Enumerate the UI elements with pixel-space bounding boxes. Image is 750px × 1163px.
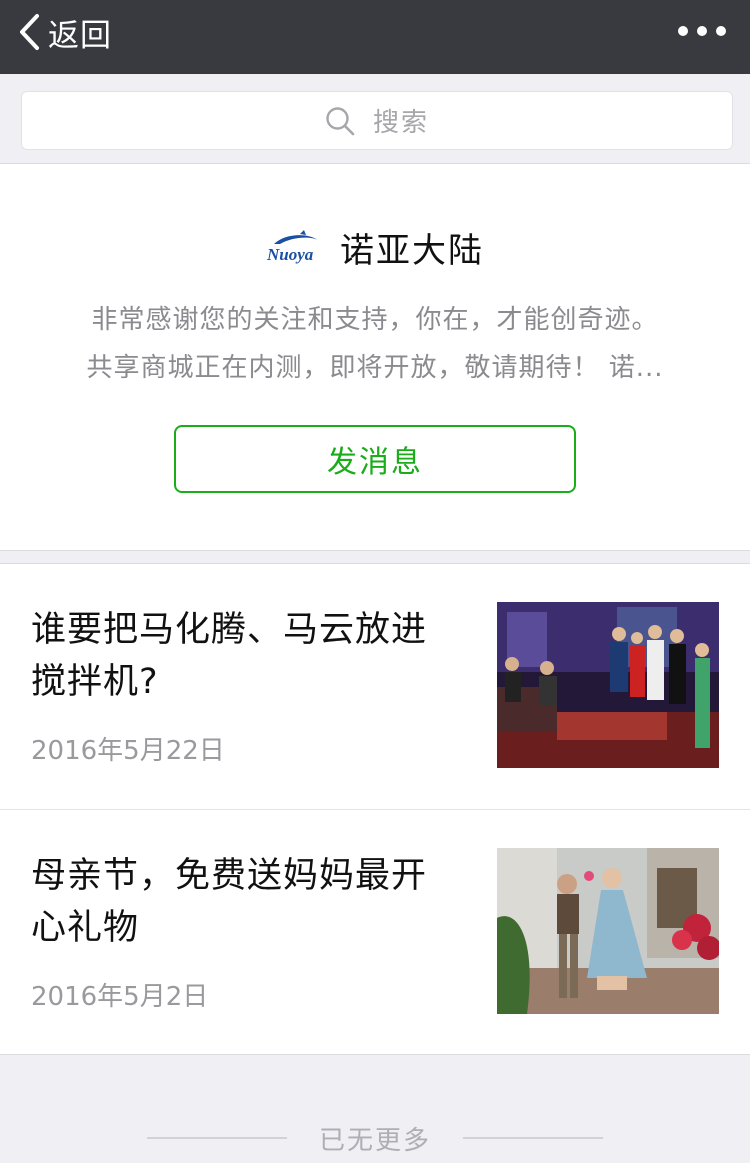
article-item[interactable]: 谁要把马化腾、马云放进搅拌机? 2016年5月22日 (0, 564, 750, 809)
more-dot (697, 26, 707, 36)
divider-line (146, 1137, 287, 1139)
article-thumbnail (497, 848, 719, 1014)
back-label: 返回 (48, 17, 112, 54)
more-dot (678, 26, 688, 36)
article-item[interactable]: 母亲节，免费送妈妈最开心礼物 2016年5月2日 (0, 809, 750, 1055)
article-list: 谁要把马化腾、马云放进搅拌机? 2016年5月22日 母亲节，免费送妈妈最开心礼… (0, 563, 750, 1055)
svg-text:Nuoya: Nuoya (266, 245, 314, 264)
article-date: 2016年5月2日 (31, 982, 209, 1012)
chevron-left-icon (20, 14, 39, 50)
account-intro: 非常感谢您的关注和支持，你在，才能创奇迹。 共享商城正在内测，即将开放，敬请期待… (48, 296, 702, 392)
article-thumbnail (497, 602, 719, 768)
account-name: 诺亚大陆 (340, 230, 484, 271)
brand-logo: Nuoya (266, 230, 318, 264)
article-title: 谁要把马化腾、马云放进搅拌机? (31, 610, 428, 702)
more-dot (716, 26, 726, 36)
article-date: 2016年5月22日 (31, 736, 225, 766)
article-title: 母亲节，免费送妈妈最开心礼物 (31, 856, 428, 948)
no-more-indicator: 已无更多 (0, 1118, 750, 1158)
intro-line: 共享商城正在内测，即将开放，敬请期待！ 诺... (86, 353, 664, 383)
search-icon (326, 106, 355, 135)
account-profile-card: Nuoya 诺亚大陆 非常感谢您的关注和支持，你在，才能创奇迹。 共享商城正在内… (0, 164, 750, 551)
top-nav-bar: 返回 (0, 0, 750, 74)
send-message-button[interactable]: 发消息 (174, 425, 576, 493)
no-more-text: 已无更多 (318, 1125, 431, 1156)
back-button[interactable]: 返回 (18, 10, 112, 54)
search-area: 搜索 (0, 74, 750, 164)
intro-line: 非常感谢您的关注和支持，你在，才能创奇迹。 (91, 305, 659, 335)
search-placeholder: 搜索 (372, 108, 429, 138)
divider-line (463, 1137, 603, 1139)
brand-header: Nuoya 诺亚大陆 (0, 222, 750, 272)
more-icon[interactable] (678, 22, 726, 40)
search-input[interactable]: 搜索 (21, 91, 733, 150)
